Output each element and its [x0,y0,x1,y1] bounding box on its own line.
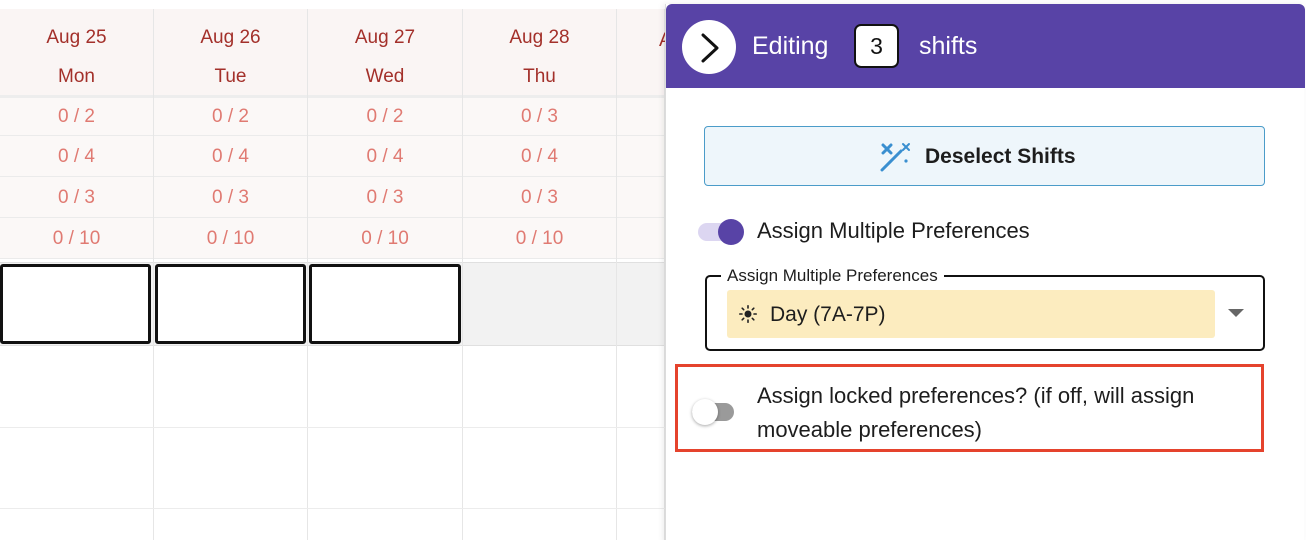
panel-header: Editing 3 shifts [666,4,1305,88]
shift-count: 0 / 3 [463,177,616,218]
shift-count: 0 / 10 [154,218,307,259]
grid-top-strip [0,0,665,9]
selected-shift-cell[interactable] [155,264,306,344]
day-header[interactable]: Aug 27 Wed [308,9,462,98]
shift-count: 0 / 3 [154,177,307,218]
chevron-right-icon [701,33,719,63]
shifts-label: shifts [919,32,978,60]
shift-count: 0 / 3 [463,98,616,136]
day-column-fri-partial [617,9,665,540]
magic-wand-icon [880,143,910,172]
edit-shifts-panel: Editing 3 shifts Deselect Shifts Assign … [665,4,1305,540]
day-weekday: Thu [523,66,556,87]
grid-row-divider [0,508,665,509]
assign-locked-preferences-label: Assign locked preferences? (if off, will… [757,383,1195,442]
shift-count [617,177,664,218]
preference-select[interactable]: Assign Multiple Preferences Day (7A-7P) [705,266,1265,351]
shift-count: 0 / 4 [463,136,616,177]
shift-count: 0 / 10 [308,218,462,259]
assign-multiple-preferences-toggle[interactable] [698,219,744,245]
shift-count [617,98,664,136]
assign-multiple-preferences-label: Assign Multiple Preferences [757,218,1030,243]
grid-row-divider [0,427,665,428]
deselect-shifts-button[interactable]: Deselect Shifts [704,126,1265,186]
day-header [617,9,664,98]
day-date: Aug 25 [46,27,107,48]
shift-count: 0 / 10 [0,218,153,259]
day-header[interactable]: Aug 28 Thu [463,9,616,98]
collapse-panel-button[interactable] [682,20,736,74]
shift-count: 0 / 2 [0,98,153,136]
preference-chip[interactable]: Day (7A-7P) [727,290,1215,338]
shift-count: 0 / 3 [0,177,153,218]
shift-count: 0 / 3 [308,177,462,218]
shift-count: 0 / 2 [308,98,462,136]
shift-count [617,218,664,259]
toggle-thumb [692,399,718,425]
assign-locked-preferences-toggle[interactable] [692,399,738,425]
selected-shift-cell[interactable] [0,264,151,344]
day-weekday: Tue [214,66,247,87]
day-column-thu: Aug 28 Thu 0 / 3 0 / 4 0 / 3 0 / 10 [463,9,617,540]
shift-count: 0 / 4 [0,136,153,177]
chevron-down-icon[interactable] [1228,309,1244,317]
day-date: Aug 26 [200,27,261,48]
day-header[interactable]: Aug 26 Tue [154,9,307,98]
shift-count: 0 / 2 [154,98,307,136]
shift-count: 0 / 4 [308,136,462,177]
preference-select-legend: Assign Multiple Preferences [721,266,944,286]
day-weekday: Wed [365,66,405,87]
day-weekday: Mon [58,66,95,87]
preference-chip-label: Day (7A-7P) [770,303,886,326]
day-date: Aug 27 [354,27,416,48]
shift-count [617,136,664,177]
selected-shift-cell[interactable] [309,264,461,344]
shift-count: 0 / 4 [154,136,307,177]
sun-icon [739,305,757,323]
deselect-shifts-label: Deselect Shifts [925,145,1076,168]
shift-count: 0 / 10 [463,218,616,259]
editing-label: Editing [752,32,829,60]
day-header[interactable]: Aug 25 Mon [0,9,153,98]
day-date: Aug 28 [509,27,570,48]
selected-count-badge: 3 [854,24,899,68]
toggle-thumb [718,219,744,245]
schedule-grid: Aug 25 Mon 0 / 2 0 / 4 0 / 3 0 / 10 Aug … [0,0,665,540]
